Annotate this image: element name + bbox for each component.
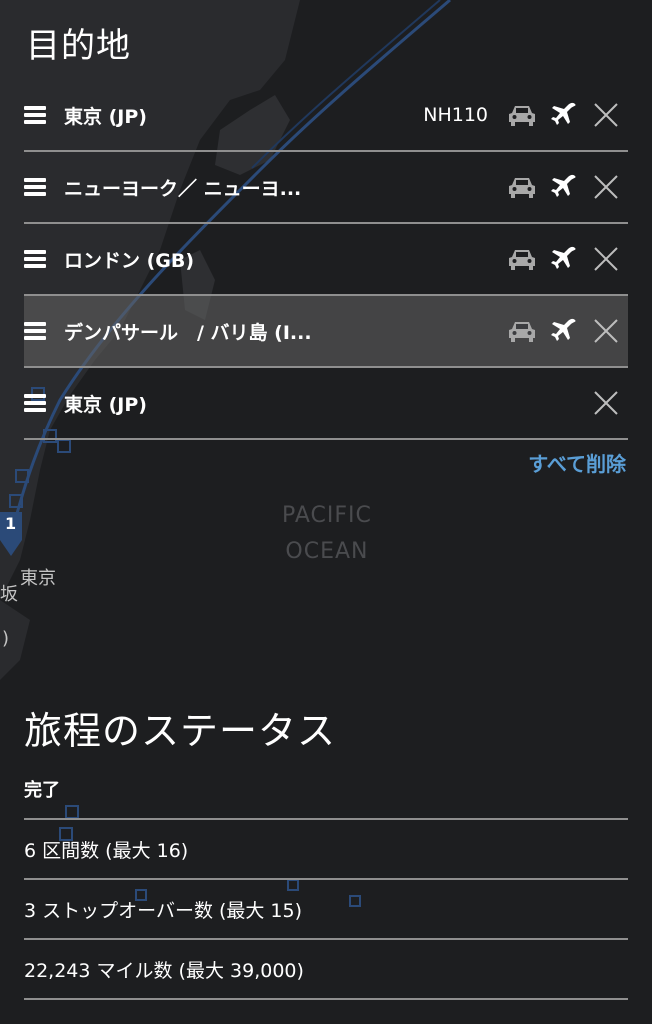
close-icon[interactable] [586, 383, 626, 423]
row-tools [502, 296, 628, 366]
flight-code[interactable]: NH110 [423, 104, 488, 126]
drag-handle-icon[interactable] [24, 250, 46, 268]
plane-icon[interactable] [544, 167, 584, 207]
close-icon[interactable] [586, 239, 626, 279]
destination-row[interactable]: ニューヨーク／ ニューヨ... [24, 152, 628, 224]
status-complete-label: 完了 [24, 780, 60, 801]
drag-handle-icon[interactable] [24, 394, 46, 412]
status-list: 6 区間数 (最大 16) 3 ストップオーバー数 (最大 15) 22,243… [24, 818, 628, 1000]
car-icon[interactable] [502, 167, 542, 207]
drag-handle-icon[interactable] [24, 106, 46, 124]
itinerary-status-heading: 旅程のステータス [24, 709, 337, 753]
car-icon[interactable] [502, 95, 542, 135]
car-icon[interactable] [502, 311, 542, 351]
destination-name: ロンドン (GB) [64, 249, 195, 272]
destination-name: ニューヨーク／ ニューヨ... [64, 177, 302, 200]
close-icon[interactable] [586, 167, 626, 207]
destination-name: デンパサール / バリ島 (I... [64, 321, 312, 344]
destination-row[interactable]: 東京 (JP) NH110 [24, 80, 628, 152]
drag-handle-icon[interactable] [24, 322, 46, 340]
close-icon[interactable] [586, 311, 626, 351]
destination-name: 東京 (JP) [64, 105, 147, 128]
status-row-miles: 22,243 マイル数 (最大 39,000) [24, 938, 628, 1000]
plane-icon[interactable] [544, 95, 584, 135]
row-tools [584, 368, 628, 438]
car-icon[interactable] [502, 239, 542, 279]
destination-name: 東京 (JP) [64, 393, 147, 416]
destination-row-selected[interactable]: デンパサール / バリ島 (I... [24, 296, 628, 368]
clear-all-link[interactable]: すべて削除 [528, 448, 626, 477]
status-row-stopovers: 3 ストップオーバー数 (最大 15) [24, 878, 628, 938]
status-row-segments: 6 区間数 (最大 16) [24, 818, 628, 878]
destination-list: 東京 (JP) NH110 ニューヨーク／ ニューヨ... ロンドン (GB) … [24, 80, 628, 440]
destination-row[interactable]: ロンドン (GB) [24, 224, 628, 296]
destinations-heading: 目的地 [26, 26, 131, 66]
destination-row[interactable]: 東京 (JP) [24, 368, 628, 440]
plane-icon[interactable] [544, 311, 584, 351]
row-tools [502, 224, 628, 294]
drag-handle-icon[interactable] [24, 178, 46, 196]
row-tools [502, 152, 628, 222]
row-tools: NH110 [423, 80, 628, 150]
itinerary-panel: 目的地 東京 (JP) NH110 ニューヨーク／ ニューヨ... ロンドン (… [0, 0, 652, 1024]
close-icon[interactable] [586, 95, 626, 135]
plane-icon[interactable] [544, 239, 584, 279]
